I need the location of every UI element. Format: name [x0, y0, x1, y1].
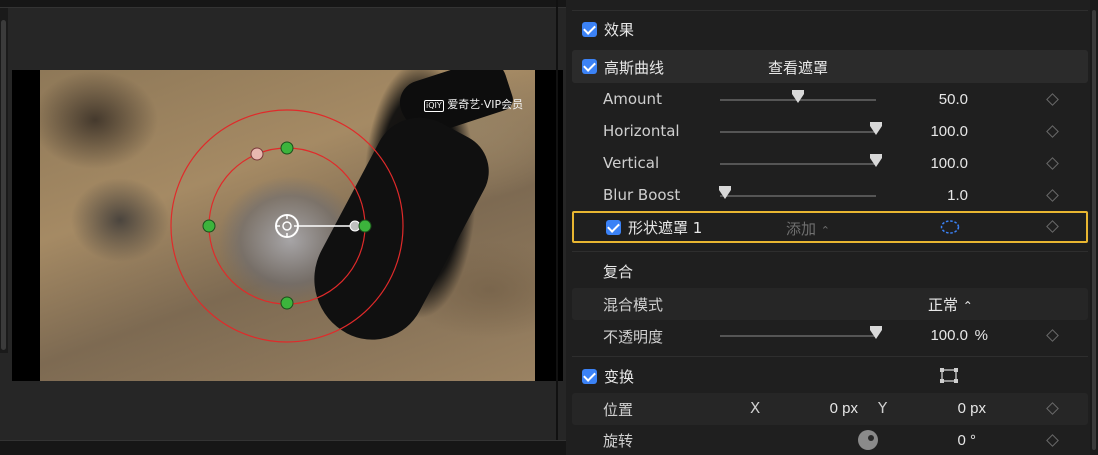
- rotation-dial-icon[interactable]: [857, 429, 879, 451]
- composite-section-header: 复合: [572, 256, 1088, 288]
- divider: [572, 10, 1088, 11]
- mask-mode-popup[interactable]: 添加 ⌃: [786, 218, 830, 239]
- transform-section-label: 变换: [604, 368, 635, 386]
- shape-mask-overlay[interactable]: [12, 70, 563, 381]
- blur-boost-slider[interactable]: [718, 186, 876, 199]
- transform-checkbox[interactable]: [582, 369, 597, 384]
- transform-section-header: 变换: [572, 361, 1088, 393]
- blend-mode-value: 正常: [928, 296, 959, 314]
- keyframe-diamond-icon[interactable]: [1046, 402, 1059, 415]
- vertical-slider[interactable]: [720, 154, 882, 167]
- mask-mode-value: 添加: [786, 220, 817, 238]
- mask-roundness-handle[interactable]: [250, 147, 264, 161]
- timeline-top-edge: [0, 440, 566, 455]
- opacity-value[interactable]: 100.0: [894, 327, 968, 344]
- gaussian-label: 高斯曲线: [604, 59, 665, 77]
- inspector-panel: 效果 高斯曲线 查看遮罩 Amount 50.0 Horizontal 100.…: [566, 0, 1098, 455]
- updown-chevron-icon: ⌃: [820, 224, 831, 237]
- opacity-label: 不透明度: [603, 328, 664, 346]
- transform-onscreen-controls-icon[interactable]: [940, 368, 958, 384]
- slider-thumb[interactable]: [870, 154, 882, 167]
- composite-section-label: 复合: [603, 263, 634, 281]
- effects-checkbox[interactable]: [582, 22, 597, 37]
- param-label: Horizontal: [603, 122, 680, 140]
- y-label: Y: [878, 399, 888, 417]
- param-label: Blur Boost: [603, 186, 681, 204]
- opacity-unit: %: [974, 327, 988, 344]
- video-frame[interactable]: iQIY 爱奇艺·VIP会员: [12, 70, 563, 381]
- scrollbar-knob[interactable]: [1092, 10, 1096, 450]
- mask-handle-bottom[interactable]: [280, 296, 294, 310]
- position-label: 位置: [603, 401, 634, 419]
- panel-divider[interactable]: [556, 0, 558, 455]
- keyframe-diamond-icon[interactable]: [1046, 125, 1059, 138]
- rotation-label: 旋转: [603, 432, 634, 450]
- amount-slider[interactable]: [720, 90, 876, 103]
- x-value[interactable]: 0 px: [782, 400, 858, 417]
- param-label: Vertical: [603, 154, 660, 172]
- viewer-panel: iQIY 爱奇艺·VIP会员: [0, 0, 566, 455]
- position-row: 位置 X 0 px Y 0 px: [572, 393, 1088, 425]
- blur-boost-value[interactable]: 1.0: [894, 187, 968, 204]
- keyframe-diamond-icon[interactable]: [1046, 189, 1059, 202]
- blend-mode-popup[interactable]: 正常 ⌃: [928, 294, 973, 315]
- horizontal-value[interactable]: 100.0: [894, 123, 968, 140]
- updown-chevron-icon: ⌃: [962, 299, 973, 313]
- param-row-horizontal: Horizontal 100.0: [572, 116, 1088, 148]
- blend-mode-row: 混合模式 正常 ⌃: [572, 288, 1088, 320]
- view-mask-button[interactable]: 查看遮罩: [768, 57, 828, 78]
- slider-thumb[interactable]: [870, 326, 882, 339]
- slider-thumb[interactable]: [792, 90, 804, 103]
- mask-handle-right[interactable]: [358, 219, 372, 233]
- effects-section-header: 效果: [572, 14, 1088, 46]
- blend-mode-label: 混合模式: [603, 296, 664, 314]
- viewer-top-strip: [0, 0, 566, 8]
- opacity-row: 不透明度 100.0 %: [572, 320, 1088, 352]
- rotation-row: 旋转 0 °: [572, 425, 1088, 455]
- slider-thumb[interactable]: [718, 186, 731, 199]
- amount-value[interactable]: 50.0: [894, 91, 968, 108]
- divider: [572, 356, 1088, 357]
- rotation-value[interactable]: 0 °: [894, 432, 976, 449]
- shape-mask-row[interactable]: 形状遮罩 1 添加 ⌃: [572, 211, 1088, 243]
- keyframe-diamond-icon[interactable]: [1046, 220, 1059, 233]
- mask-handle-top[interactable]: [280, 141, 294, 155]
- y-value[interactable]: 0 px: [910, 400, 986, 417]
- mask-center-handle[interactable]: [275, 214, 299, 238]
- param-row-amount: Amount 50.0: [572, 84, 1088, 116]
- divider: [572, 251, 1088, 252]
- keyframe-diamond-icon[interactable]: [1046, 93, 1059, 106]
- shape-mask-checkbox[interactable]: [606, 220, 621, 235]
- param-label: Amount: [603, 90, 662, 108]
- inspector-scrollbar[interactable]: [1090, 0, 1098, 455]
- mask-handle-left[interactable]: [202, 219, 216, 233]
- param-row-vertical: Vertical 100.0: [572, 148, 1088, 180]
- gaussian-checkbox[interactable]: [582, 59, 597, 74]
- keyframe-diamond-icon[interactable]: [1046, 157, 1059, 170]
- viewer-left-scrollbar[interactable]: [0, 8, 8, 353]
- horizontal-slider[interactable]: [720, 122, 882, 135]
- param-row-blur-boost: Blur Boost 1.0: [572, 180, 1088, 212]
- shape-mask-label: 形状遮罩 1: [628, 219, 703, 237]
- x-label: X: [750, 399, 761, 417]
- scrollbar-knob[interactable]: [1, 20, 6, 350]
- vertical-value[interactable]: 100.0: [894, 155, 968, 172]
- keyframe-diamond-icon[interactable]: [1046, 329, 1059, 342]
- effects-section-label: 效果: [604, 21, 635, 39]
- slider-thumb[interactable]: [870, 122, 882, 135]
- opacity-slider[interactable]: [720, 326, 882, 339]
- keyframe-diamond-icon[interactable]: [1046, 434, 1059, 447]
- shape-mask-ellipse-icon[interactable]: [940, 219, 960, 235]
- gaussian-effect-header[interactable]: 高斯曲线 查看遮罩: [572, 50, 1088, 83]
